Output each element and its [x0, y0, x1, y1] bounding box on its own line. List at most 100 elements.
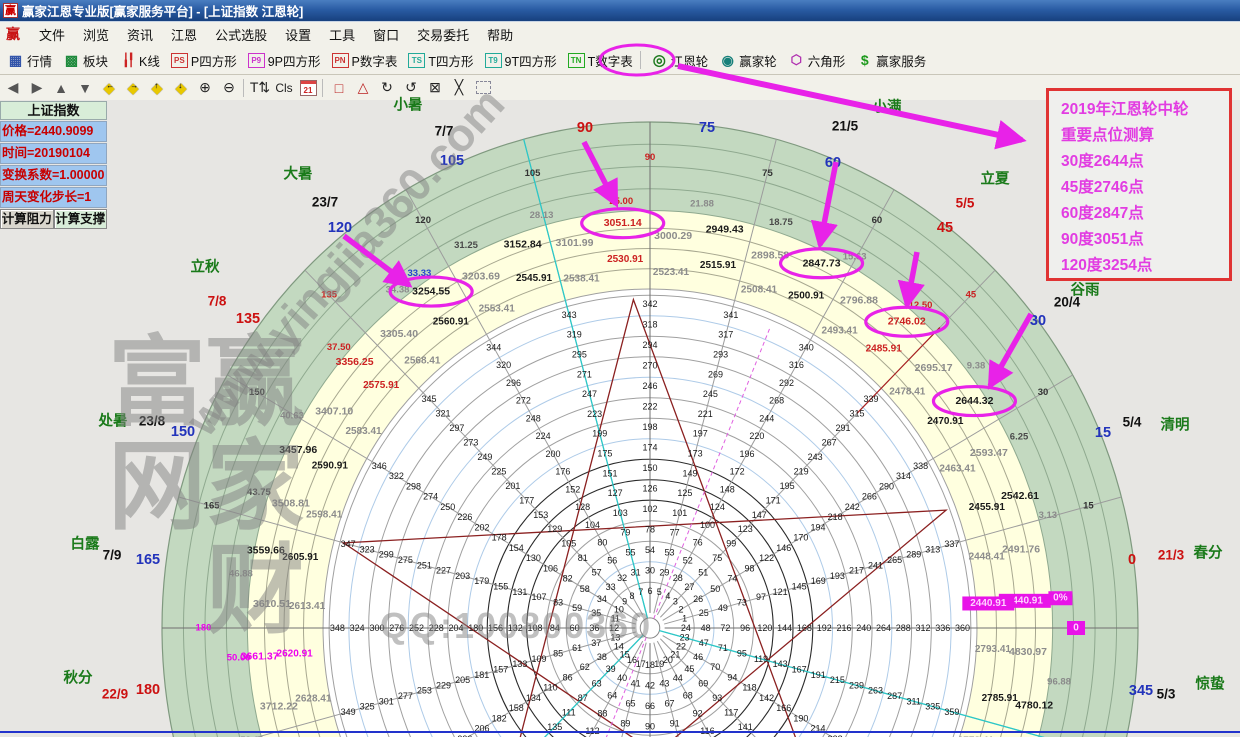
cross-tool-icon[interactable]: ╳: [448, 78, 470, 98]
svg-text:76: 76: [693, 538, 703, 548]
svg-text:348: 348: [330, 623, 345, 633]
zoom-in-icon[interactable]: ⊕: [194, 78, 216, 98]
diamond-left-icon[interactable]: ◆←: [98, 78, 120, 98]
svg-text:226: 226: [457, 512, 472, 522]
t-arrows-icon[interactable]: T⇅: [249, 78, 271, 98]
svg-text:86: 86: [563, 672, 573, 682]
calc-support-button[interactable]: 计算支撑: [54, 209, 108, 229]
toolbar-button-板块[interactable]: ▩板块: [59, 49, 112, 72]
degree-label: 180: [136, 682, 160, 698]
back-icon[interactable]: ◀: [2, 78, 24, 98]
toolbar-button-9P四方形[interactable]: P99P四方形: [244, 49, 325, 72]
menu-item-10[interactable]: 帮助: [478, 23, 522, 46]
svg-text:6.25: 6.25: [1010, 432, 1029, 443]
svg-text:35: 35: [591, 608, 601, 618]
zoom-out-icon[interactable]: ⊖: [218, 78, 240, 98]
chart-area: 1234567891011121314151617181920212223242…: [0, 100, 1240, 737]
calc-resistance-button[interactable]: 计算阻力: [0, 209, 54, 229]
toolbar-button-T数字表[interactable]: TNT数字表: [564, 49, 637, 72]
toolbar-button-江恩轮[interactable]: ◎江恩轮: [647, 49, 713, 72]
svg-text:46.88: 46.88: [229, 569, 253, 580]
forward-icon[interactable]: ▶: [26, 78, 48, 98]
svg-text:219: 219: [794, 466, 809, 476]
toolbar-button-T四方形[interactable]: TST四方形: [404, 49, 477, 72]
rect-tool-icon[interactable]: □: [328, 78, 350, 98]
svg-text:321: 321: [435, 408, 450, 418]
select-box-icon[interactable]: [472, 78, 494, 98]
diamond-right-icon[interactable]: ◆→: [122, 78, 144, 98]
toolbar-button-赢家服务[interactable]: $赢家服务: [852, 49, 930, 72]
play-up-icon[interactable]: ▲: [50, 78, 72, 98]
toolbar-button-P数字表[interactable]: PNP数字表: [328, 49, 402, 72]
svg-text:218: 218: [828, 512, 843, 522]
menu-item-8[interactable]: 窗口: [364, 23, 408, 46]
svg-text:4830.97: 4830.97: [1009, 646, 1047, 658]
solar-term-label: 秋分: [64, 667, 93, 688]
svg-text:110: 110: [543, 683, 557, 693]
toolbar-button-六角形[interactable]: ⬡六角形: [784, 49, 850, 72]
menu-item-5[interactable]: 公式选股: [206, 23, 276, 46]
menu-item-4[interactable]: 江恩: [162, 23, 206, 46]
brand-logo-icon: 赢: [6, 24, 20, 44]
svg-text:201: 201: [505, 481, 520, 491]
svg-text:2568.41: 2568.41: [404, 356, 441, 367]
toolbar-button-K线[interactable]: ╽╿K线: [115, 49, 164, 72]
svg-text:300: 300: [369, 623, 384, 633]
svg-text:85: 85: [553, 649, 563, 659]
svg-text:46: 46: [693, 652, 703, 662]
menu-item-9[interactable]: 交易委托: [408, 23, 478, 46]
svg-text:202: 202: [474, 522, 489, 532]
toolbar-label: 江恩轮: [671, 51, 709, 70]
svg-text:265: 265: [887, 555, 902, 565]
menu-item-2[interactable]: 浏览: [74, 23, 118, 46]
svg-text:2593.47: 2593.47: [970, 447, 1008, 459]
toolbar-button-赢家轮[interactable]: ◉赢家轮: [715, 49, 781, 72]
date-label: 7/7: [435, 124, 454, 139]
svg-text:88: 88: [597, 708, 607, 718]
diamond-up-icon[interactable]: ◆↑: [146, 78, 168, 98]
svg-text:251: 251: [417, 560, 432, 570]
svg-text:47: 47: [699, 638, 709, 648]
toolbar-label: 9T四方形: [505, 51, 557, 70]
svg-text:83: 83: [553, 597, 563, 607]
calendar-21-icon[interactable]: 21: [297, 78, 319, 98]
svg-text:41: 41: [631, 679, 641, 689]
menu-item-7[interactable]: 工具: [320, 23, 364, 46]
svg-text:216: 216: [836, 623, 851, 633]
svg-text:178: 178: [492, 533, 507, 543]
menu-item-3[interactable]: 资讯: [118, 23, 162, 46]
svg-text:325: 325: [360, 702, 375, 712]
svg-text:103: 103: [613, 508, 628, 518]
svg-text:2523.41: 2523.41: [653, 267, 690, 278]
diamond-down-icon[interactable]: ◆↓: [170, 78, 192, 98]
svg-text:294: 294: [642, 340, 657, 350]
svg-text:266: 266: [862, 492, 877, 502]
svg-text:129: 129: [547, 524, 562, 534]
coef-row: 变换系数=1.00000: [0, 165, 107, 186]
svg-text:2583.41: 2583.41: [345, 426, 382, 437]
title-bar: 赢 赢家江恩专业版[赢家服务平台] - [上证指数 江恩轮]: [0, 0, 1240, 22]
cls-icon[interactable]: Cls: [273, 78, 295, 98]
svg-text:3254.55: 3254.55: [412, 286, 450, 298]
svg-text:2949.43: 2949.43: [706, 224, 744, 236]
toolbar-button-9T四方形[interactable]: T99T四方形: [481, 49, 561, 72]
toolbar-button-P四方形[interactable]: PSP四方形: [167, 49, 241, 72]
menu-item-1[interactable]: 文件: [30, 23, 74, 46]
svg-text:57: 57: [592, 568, 602, 578]
svg-text:271: 271: [577, 369, 592, 379]
svg-text:82: 82: [563, 574, 573, 584]
toolbar-button-行情[interactable]: ▦行情: [3, 49, 56, 72]
degree-label: 120: [328, 220, 352, 236]
svg-text:2746.02: 2746.02: [888, 316, 926, 328]
svg-text:244: 244: [759, 413, 774, 423]
box-x-tool-icon[interactable]: ⊠: [424, 78, 446, 98]
play-down-icon[interactable]: ▼: [74, 78, 96, 98]
svg-text:98: 98: [745, 563, 755, 573]
triangle-tool-icon[interactable]: △: [352, 78, 374, 98]
svg-text:96.88: 96.88: [1047, 676, 1071, 687]
svg-text:135: 135: [321, 290, 338, 301]
toolbar-separator: [322, 79, 323, 97]
degree-label: 105: [440, 153, 464, 169]
menu-item-6[interactable]: 设置: [276, 23, 320, 46]
toolbar-label: 六角形: [808, 51, 846, 70]
